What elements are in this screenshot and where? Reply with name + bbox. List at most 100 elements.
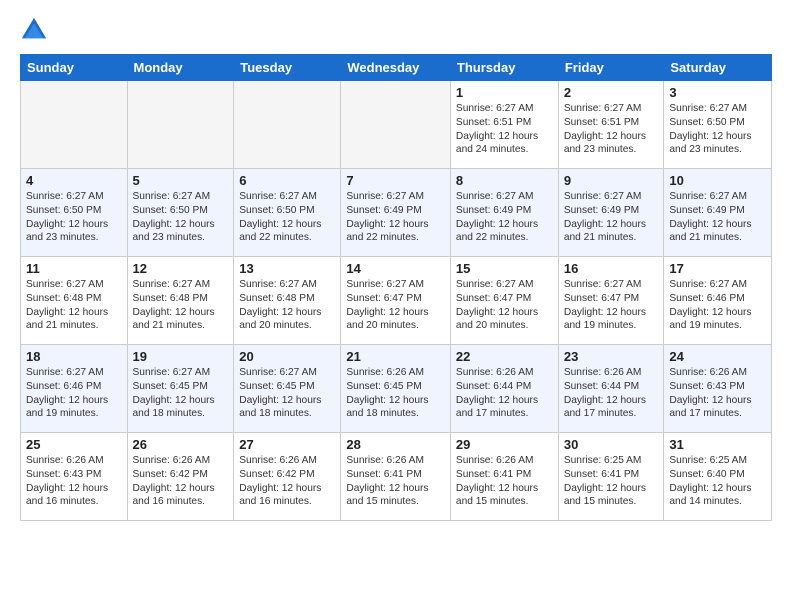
day-info: Sunrise: 6:27 AM Sunset: 6:47 PM Dayligh… [564,278,659,333]
day-number: 23 [564,349,659,364]
day-number: 1 [456,85,553,100]
calendar-header-sunday: Sunday [21,55,128,81]
day-info: Sunrise: 6:26 AM Sunset: 6:45 PM Dayligh… [346,366,445,421]
calendar-cell: 23 Sunrise: 6:26 AM Sunset: 6:44 PM Dayli… [558,345,664,433]
calendar-cell [341,81,451,169]
day-number: 9 [564,173,659,188]
day-info: Sunrise: 6:27 AM Sunset: 6:49 PM Dayligh… [564,190,659,245]
day-number: 17 [669,261,766,276]
calendar-header-thursday: Thursday [450,55,558,81]
logo [20,16,52,44]
day-info: Sunrise: 6:26 AM Sunset: 6:41 PM Dayligh… [346,454,445,509]
calendar-cell [127,81,234,169]
calendar-cell: 21Sunrise: 6:26 AM Sunset: 6:45 PM Dayli… [341,345,451,433]
day-number: 19 [133,349,229,364]
calendar-cell: 4 Sunrise: 6:27 AM Sunset: 6:50 PM Daylig… [21,169,128,257]
day-number: 12 [133,261,229,276]
day-info: Sunrise: 6:27 AM Sunset: 6:49 PM Dayligh… [456,190,553,245]
day-number: 2 [564,85,659,100]
calendar-week-1: 4 Sunrise: 6:27 AM Sunset: 6:50 PM Daylig… [21,169,772,257]
day-number: 28 [346,437,445,452]
calendar-cell: 1 Sunrise: 6:27 AM Sunset: 6:51 PM Daylig… [450,81,558,169]
calendar-cell: 2 Sunrise: 6:27 AM Sunset: 6:51 PM Daylig… [558,81,664,169]
day-number: 18 [26,349,122,364]
day-number: 26 [133,437,229,452]
header [20,16,772,44]
day-info: Sunrise: 6:27 AM Sunset: 6:51 PM Dayligh… [456,102,553,157]
calendar-cell: 26Sunrise: 6:26 AM Sunset: 6:42 PM Dayli… [127,433,234,521]
calendar-cell: 22 Sunrise: 6:26 AM Sunset: 6:44 PM Dayli… [450,345,558,433]
day-number: 25 [26,437,122,452]
calendar-cell [21,81,128,169]
logo-icon [20,16,48,44]
calendar-cell: 16 Sunrise: 6:27 AM Sunset: 6:47 PM Dayli… [558,257,664,345]
calendar-cell: 29 Sunrise: 6:26 AM Sunset: 6:41 PM Dayli… [450,433,558,521]
calendar-cell: 5Sunrise: 6:27 AM Sunset: 6:50 PM Daylig… [127,169,234,257]
calendar-cell: 3 Sunrise: 6:27 AM Sunset: 6:50 PM Daylig… [664,81,772,169]
day-info: Sunrise: 6:27 AM Sunset: 6:51 PM Dayligh… [564,102,659,157]
day-info: Sunrise: 6:27 AM Sunset: 6:49 PM Dayligh… [346,190,445,245]
calendar-cell: 10 Sunrise: 6:27 AM Sunset: 6:49 PM Dayli… [664,169,772,257]
calendar-cell: 14 Sunrise: 6:27 AM Sunset: 6:47 PM Dayli… [341,257,451,345]
day-info: Sunrise: 6:26 AM Sunset: 6:41 PM Dayligh… [456,454,553,509]
day-number: 10 [669,173,766,188]
day-number: 4 [26,173,122,188]
day-number: 24 [669,349,766,364]
day-number: 20 [239,349,335,364]
calendar-cell: 20 Sunrise: 6:27 AM Sunset: 6:45 PM Dayli… [234,345,341,433]
calendar-header-monday: Monday [127,55,234,81]
calendar-cell: 9 Sunrise: 6:27 AM Sunset: 6:49 PM Daylig… [558,169,664,257]
day-info: Sunrise: 6:27 AM Sunset: 6:50 PM Dayligh… [26,190,122,245]
calendar-cell: 13 Sunrise: 6:27 AM Sunset: 6:48 PM Dayli… [234,257,341,345]
calendar-cell: 27 Sunrise: 6:26 AM Sunset: 6:42 PM Dayli… [234,433,341,521]
day-number: 14 [346,261,445,276]
calendar-cell: 6 Sunrise: 6:27 AM Sunset: 6:50 PM Daylig… [234,169,341,257]
calendar-header-wednesday: Wednesday [341,55,451,81]
page: SundayMondayTuesdayWednesdayThursdayFrid… [0,0,792,612]
calendar-header-friday: Friday [558,55,664,81]
day-info: Sunrise: 6:26 AM Sunset: 6:42 PM Dayligh… [239,454,335,509]
day-info: Sunrise: 6:27 AM Sunset: 6:49 PM Dayligh… [669,190,766,245]
calendar-cell: 30 Sunrise: 6:25 AM Sunset: 6:41 PM Dayli… [558,433,664,521]
day-info: Sunrise: 6:25 AM Sunset: 6:40 PM Dayligh… [669,454,766,509]
calendar-cell: 18Sunrise: 6:27 AM Sunset: 6:46 PM Dayli… [21,345,128,433]
day-info: Sunrise: 6:27 AM Sunset: 6:45 PM Dayligh… [133,366,229,421]
day-number: 27 [239,437,335,452]
calendar-cell: 31 Sunrise: 6:25 AM Sunset: 6:40 PM Dayli… [664,433,772,521]
calendar-week-2: 11 Sunrise: 6:27 AM Sunset: 6:48 PM Dayli… [21,257,772,345]
day-info: Sunrise: 6:27 AM Sunset: 6:47 PM Dayligh… [346,278,445,333]
calendar: SundayMondayTuesdayWednesdayThursdayFrid… [20,54,772,521]
day-info: Sunrise: 6:27 AM Sunset: 6:48 PM Dayligh… [26,278,122,333]
day-number: 3 [669,85,766,100]
day-info: Sunrise: 6:27 AM Sunset: 6:45 PM Dayligh… [239,366,335,421]
day-number: 30 [564,437,659,452]
calendar-cell: 15Sunrise: 6:27 AM Sunset: 6:47 PM Dayli… [450,257,558,345]
calendar-header-tuesday: Tuesday [234,55,341,81]
calendar-week-4: 25 Sunrise: 6:26 AM Sunset: 6:43 PM Dayli… [21,433,772,521]
day-number: 29 [456,437,553,452]
calendar-cell: 25 Sunrise: 6:26 AM Sunset: 6:43 PM Dayli… [21,433,128,521]
day-info: Sunrise: 6:27 AM Sunset: 6:50 PM Dayligh… [239,190,335,245]
day-number: 13 [239,261,335,276]
day-info: Sunrise: 6:26 AM Sunset: 6:44 PM Dayligh… [564,366,659,421]
day-info: Sunrise: 6:27 AM Sunset: 6:50 PM Dayligh… [669,102,766,157]
day-number: 6 [239,173,335,188]
day-number: 31 [669,437,766,452]
day-number: 8 [456,173,553,188]
day-number: 22 [456,349,553,364]
calendar-cell: 28 Sunrise: 6:26 AM Sunset: 6:41 PM Dayli… [341,433,451,521]
day-info: Sunrise: 6:27 AM Sunset: 6:50 PM Dayligh… [133,190,229,245]
day-info: Sunrise: 6:26 AM Sunset: 6:43 PM Dayligh… [26,454,122,509]
day-info: Sunrise: 6:27 AM Sunset: 6:48 PM Dayligh… [133,278,229,333]
day-info: Sunrise: 6:25 AM Sunset: 6:41 PM Dayligh… [564,454,659,509]
calendar-cell: 12 Sunrise: 6:27 AM Sunset: 6:48 PM Dayli… [127,257,234,345]
day-number: 11 [26,261,122,276]
calendar-cell: 24Sunrise: 6:26 AM Sunset: 6:43 PM Dayli… [664,345,772,433]
calendar-cell: 11 Sunrise: 6:27 AM Sunset: 6:48 PM Dayli… [21,257,128,345]
day-number: 7 [346,173,445,188]
day-info: Sunrise: 6:26 AM Sunset: 6:44 PM Dayligh… [456,366,553,421]
day-info: Sunrise: 6:27 AM Sunset: 6:48 PM Dayligh… [239,278,335,333]
day-number: 15 [456,261,553,276]
calendar-cell: 7 Sunrise: 6:27 AM Sunset: 6:49 PM Daylig… [341,169,451,257]
day-number: 16 [564,261,659,276]
